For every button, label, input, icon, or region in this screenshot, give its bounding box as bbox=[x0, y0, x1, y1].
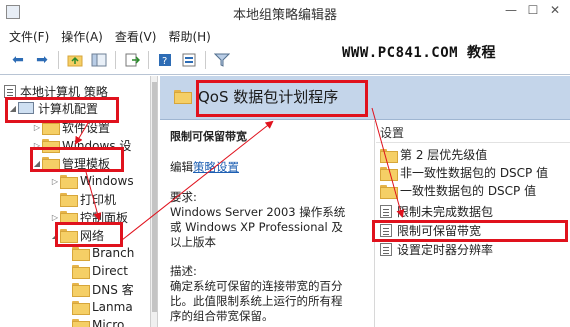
minimize-button[interactable]: — bbox=[500, 0, 522, 20]
tree-item-lanman[interactable]: Lanma bbox=[72, 298, 133, 316]
tree-item-direct[interactable]: Direct bbox=[72, 262, 128, 280]
folder-icon bbox=[380, 166, 398, 181]
list-item-label: 设置定时器分辨率 bbox=[397, 243, 494, 257]
edit-prefix: 编辑 bbox=[170, 160, 193, 174]
back-arrow-icon[interactable]: ⬅ bbox=[8, 50, 28, 70]
show-hide-tree-icon[interactable] bbox=[89, 50, 109, 70]
tree-item-label: DNS 客 bbox=[92, 282, 134, 297]
policy-icon bbox=[380, 205, 392, 218]
filter-icon[interactable] bbox=[212, 50, 232, 70]
tree-item-label: Micro bbox=[92, 318, 125, 327]
properties-icon[interactable] bbox=[179, 50, 199, 70]
toolbar-separator bbox=[58, 51, 59, 69]
export-list-icon[interactable] bbox=[122, 50, 142, 70]
list-item-label: 非一致性数据包的 DSCP 值 bbox=[400, 166, 549, 180]
vertical-scrollbar[interactable] bbox=[150, 76, 158, 327]
window-title: 本地组策略编辑器 bbox=[232, 8, 337, 23]
maximize-button[interactable]: ☐ bbox=[522, 0, 544, 20]
menu-action[interactable]: 操作(A) bbox=[60, 26, 104, 46]
collapse-arrow-icon[interactable]: ▷ bbox=[50, 213, 60, 222]
policy-icon bbox=[4, 84, 16, 98]
list-item-label: 第 2 层优先级值 bbox=[400, 148, 488, 162]
list-item[interactable]: 一致性数据包的 DSCP 值 bbox=[380, 181, 536, 200]
menu-help[interactable]: 帮助(H) bbox=[167, 26, 211, 46]
collapse-arrow-icon[interactable]: ▷ bbox=[50, 177, 60, 186]
list-column-header-settings[interactable]: 设置 bbox=[380, 124, 404, 141]
folder-icon bbox=[72, 247, 90, 261]
list-item[interactable]: 第 2 层优先级值 bbox=[380, 145, 487, 164]
description-line-1: 确定系统可保留的连接带宽的百分 bbox=[170, 279, 343, 293]
folder-icon bbox=[380, 184, 398, 199]
toolbar-separator bbox=[205, 51, 206, 69]
collapse-arrow-icon[interactable]: ▷ bbox=[32, 123, 42, 132]
requirements-line-3: 以上版本 bbox=[170, 235, 216, 249]
highlight-admin-templates bbox=[30, 147, 124, 172]
forward-arrow-icon[interactable]: ➡ bbox=[32, 50, 52, 70]
tree-item-label: Windows bbox=[80, 174, 134, 188]
highlight-limit-bandwidth bbox=[372, 220, 568, 242]
toolbar-separator bbox=[115, 51, 116, 69]
tree-item-micro[interactable]: Micro bbox=[72, 316, 124, 327]
folder-icon bbox=[72, 265, 90, 279]
description-line-3: 序的组合带宽保留。 bbox=[170, 309, 274, 323]
folder-icon bbox=[60, 175, 78, 189]
highlight-network bbox=[55, 222, 123, 247]
highlight-computer-config bbox=[5, 97, 119, 123]
menu-view[interactable]: 查看(V) bbox=[114, 26, 158, 46]
scrollbar-thumb[interactable] bbox=[152, 82, 157, 312]
title-bar: 本地组策略编辑器 — ☐ ✕ bbox=[0, 0, 570, 24]
close-button[interactable]: ✕ bbox=[544, 0, 566, 20]
folder-icon bbox=[72, 283, 90, 297]
list-item[interactable]: 非一致性数据包的 DSCP 值 bbox=[380, 163, 548, 182]
requirements-label: 要求: bbox=[170, 190, 197, 204]
list-item-label: 一致性数据包的 DSCP 值 bbox=[400, 184, 537, 198]
tree-item-dns[interactable]: DNS 客 bbox=[72, 280, 134, 298]
tree-item-windows-components[interactable]: ▷ Windows bbox=[50, 172, 134, 190]
tree-item-printers[interactable]: 打印机 bbox=[50, 190, 116, 208]
edit-policy-line: 编辑策略设置 bbox=[170, 160, 239, 175]
tree-item-label: Lanma bbox=[92, 300, 133, 314]
help-icon[interactable]: ? bbox=[155, 50, 175, 70]
svg-text:?: ? bbox=[162, 56, 167, 67]
folder-icon bbox=[380, 148, 398, 163]
description-label: 描述: bbox=[170, 264, 197, 278]
up-folder-icon[interactable] bbox=[65, 50, 85, 70]
window-controls: — ☐ ✕ bbox=[500, 0, 566, 22]
list-item-label: 限制未完成数据包 bbox=[397, 205, 494, 219]
folder-icon bbox=[72, 319, 90, 327]
requirements-line-1: Windows Server 2003 操作系统 bbox=[170, 205, 346, 219]
folder-icon bbox=[72, 301, 90, 315]
folder-icon bbox=[60, 193, 78, 207]
menu-file[interactable]: 文件(F) bbox=[8, 26, 50, 46]
toolbar-separator bbox=[148, 51, 149, 69]
list-header-divider bbox=[376, 142, 570, 143]
requirements-line-2: 或 Windows XP Professional 及 bbox=[170, 220, 343, 234]
folder-icon bbox=[174, 90, 192, 104]
policy-icon bbox=[380, 243, 392, 256]
highlight-qos-header bbox=[196, 80, 368, 117]
list-item[interactable]: 设置定时器分辨率 bbox=[380, 240, 493, 259]
tree-item-label: Branch bbox=[92, 246, 135, 260]
policy-title: 限制可保留带宽 bbox=[170, 130, 247, 143]
watermark-text: WWW.PC841.COM 教程 bbox=[342, 45, 497, 61]
tree-item-label: 打印机 bbox=[80, 192, 117, 207]
edit-policy-link[interactable]: 策略设置 bbox=[193, 160, 239, 174]
list-item[interactable]: 限制未完成数据包 bbox=[380, 202, 493, 221]
toolbar-divider bbox=[0, 74, 570, 75]
description-line-2: 比。此值限制系统上运行的所有程 bbox=[170, 294, 343, 308]
tree-item-label: Direct bbox=[92, 264, 128, 278]
